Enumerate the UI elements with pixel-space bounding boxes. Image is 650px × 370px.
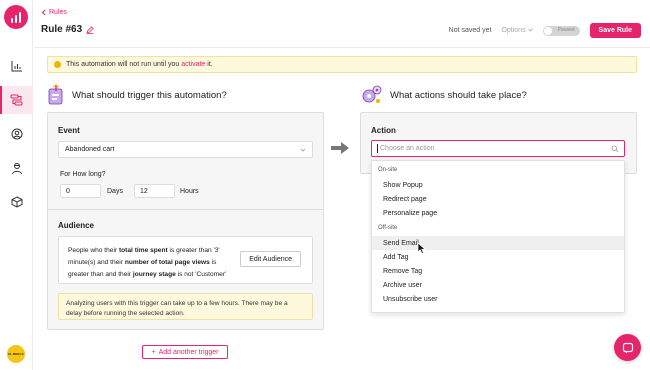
save-rule-button[interactable]: Save Rule	[589, 23, 641, 38]
add-trigger-label: Add another trigger	[158, 348, 219, 356]
group-offsite-label: Off-site	[378, 225, 398, 231]
banner-text-before: This automation will not run until you	[66, 61, 180, 68]
option-send-email[interactable]: Send Email	[372, 236, 624, 250]
integrations-icon	[11, 196, 22, 208]
audience-icon	[11, 162, 22, 174]
header-actions: Not saved yet Options Paused Save Rule	[449, 23, 641, 38]
chevron-down-icon	[300, 148, 306, 152]
chat-button[interactable]	[614, 334, 641, 361]
activate-link[interactable]: activate	[181, 61, 205, 68]
aud-t1: People who their	[68, 247, 119, 254]
days-label: Days	[107, 188, 123, 195]
page-title: Rule #63	[41, 24, 94, 35]
option-personalize-page[interactable]: Personalize page	[372, 206, 624, 220]
audience-description: People who their total time spent is gre…	[68, 245, 238, 281]
org-avatar-label: EL MERCA	[8, 352, 24, 356]
chevron-down-icon	[527, 28, 533, 32]
trigger-illustration-icon	[48, 84, 63, 105]
action-dropdown: On-site Show Popup Redirect page Persona…	[371, 160, 625, 313]
automation-icon	[10, 94, 23, 106]
pencil-icon[interactable]	[86, 25, 94, 34]
option-remove-tag[interactable]: Remove Tag	[372, 264, 624, 278]
toggle-knob	[543, 26, 552, 35]
days-input[interactable]: 0	[60, 184, 101, 198]
nav-contacts[interactable]	[0, 120, 33, 148]
option-archive-user[interactable]: Archive user	[372, 278, 624, 292]
plus-icon: +	[151, 348, 156, 356]
rule-title: Rule #63	[41, 24, 83, 35]
action-search-input[interactable]: Choose an action	[371, 140, 625, 157]
nav-audience[interactable]	[0, 154, 33, 182]
save-status: Not saved yet	[448, 27, 492, 34]
audience-box: People who their total time spent is gre…	[58, 236, 313, 284]
text-caret	[377, 144, 378, 153]
search-icon	[611, 145, 619, 153]
back-to-rules-link[interactable]: Rules	[41, 9, 67, 16]
contacts-icon	[11, 128, 22, 140]
trigger-heading: What should trigger this automation?	[47, 84, 227, 106]
nav-analytics[interactable]	[0, 52, 33, 80]
aud-b1: total time spent	[118, 247, 168, 254]
options-label: Options	[501, 27, 526, 34]
edit-audience-button[interactable]: Edit Audience	[240, 251, 301, 267]
event-select[interactable]: Abandoned cart	[58, 141, 313, 158]
option-unsubscribe-user[interactable]: Unsubscribe user	[372, 292, 624, 306]
trigger-heading-text: What should trigger this automation?	[72, 89, 227, 101]
action-placeholder: Choose an action	[380, 145, 435, 152]
nav-integrations[interactable]	[0, 188, 33, 216]
trigger-panel: Event Abandoned cart For How long? 0 Day…	[47, 112, 324, 330]
event-label: Event	[58, 126, 80, 135]
option-add-tag[interactable]: Add Tag	[372, 250, 624, 264]
aud-b3: journey stage	[132, 271, 176, 278]
action-label: Action	[371, 126, 396, 135]
option-redirect-page[interactable]: Redirect page	[372, 192, 624, 206]
hours-label: Hours	[180, 188, 199, 195]
action-heading-text: What actions should take place?	[390, 89, 527, 101]
header-divider	[34, 47, 650, 48]
how-long-label: For How long?	[60, 171, 106, 178]
group-onsite-label: On-site	[378, 167, 398, 173]
delay-note: Analyzing users with this trigger can ta…	[58, 293, 313, 320]
panel-divider	[48, 209, 323, 210]
chat-icon	[622, 342, 633, 353]
hours-input[interactable]: 12	[134, 184, 175, 198]
app-logo[interactable]	[4, 5, 28, 29]
back-link-label: Rules	[49, 9, 67, 16]
org-avatar[interactable]: EL MERCA	[7, 345, 25, 363]
aud-b2: number of total page views	[124, 259, 210, 266]
action-illustration-icon	[362, 85, 382, 103]
mouse-cursor-icon	[417, 242, 426, 254]
nav-automation[interactable]	[0, 86, 33, 114]
arrow-right-icon	[331, 142, 349, 154]
warning-icon	[54, 61, 61, 68]
event-value: Abandoned cart	[65, 146, 115, 153]
analytics-icon	[11, 61, 22, 72]
status-toggle[interactable]: Paused	[542, 25, 580, 36]
banner-text: This automation will not run until you a…	[66, 61, 213, 68]
audience-label: Audience	[58, 221, 95, 230]
sidebar: EL MERCA	[0, 0, 33, 370]
banner-text-after: it.	[207, 61, 213, 68]
option-show-popup[interactable]: Show Popup	[372, 178, 624, 192]
add-trigger-button[interactable]: + Add another trigger	[142, 345, 228, 359]
main-content: Rules Rule #63 Not saved yet Options Pau…	[34, 0, 650, 370]
action-heading: What actions should take place?	[361, 84, 527, 106]
chevron-left-icon	[41, 9, 46, 16]
activation-banner: This automation will not run until you a…	[47, 56, 637, 73]
options-dropdown[interactable]: Options	[501, 27, 533, 34]
toggle-label: Paused	[557, 26, 575, 33]
aud-t4: is not 'Customer'	[175, 271, 227, 278]
